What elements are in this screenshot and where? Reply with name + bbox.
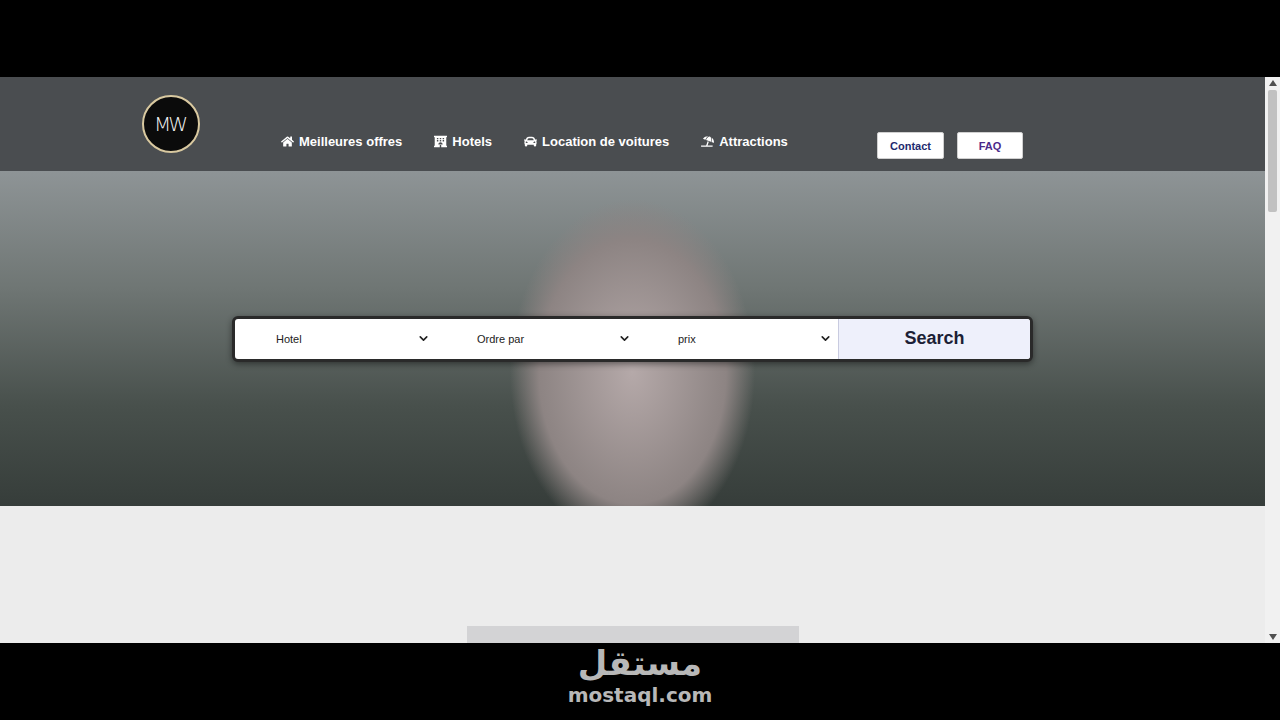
scroll-up-icon[interactable] xyxy=(1269,80,1277,86)
site-logo[interactable]: MW xyxy=(142,95,200,153)
car-icon xyxy=(524,135,537,148)
top-letterbox xyxy=(0,0,1280,77)
browser-viewport: MW Meilleures offres Hotels Location de voi… xyxy=(0,77,1280,643)
scrollbar[interactable] xyxy=(1265,77,1280,643)
web-page: MW Meilleures offres Hotels Location de voi… xyxy=(0,77,1265,643)
watermark: مستقلmostaql.com xyxy=(568,643,713,707)
bottom-letterbox: مستقلmostaql.com xyxy=(0,643,1280,720)
home-icon xyxy=(281,135,294,148)
chevron-down-icon xyxy=(618,332,631,345)
search-select[interactable]: Ordre par xyxy=(436,319,637,359)
scroll-down-icon[interactable] xyxy=(1269,634,1277,640)
main-nav: Meilleures offres Hotels Location de voitu… xyxy=(281,134,788,149)
header-button[interactable]: FAQ xyxy=(957,132,1023,159)
nav-link[interactable]: Hotels xyxy=(434,134,492,149)
nav-link[interactable]: Location de voitures xyxy=(524,134,669,149)
scroll-track xyxy=(1265,88,1280,632)
chevron-down-icon xyxy=(819,332,832,345)
search-select[interactable]: Hotel xyxy=(235,319,436,359)
site-header: MW Meilleures offres Hotels Location de voi… xyxy=(0,77,1265,171)
nav-link[interactable]: Attractions xyxy=(701,134,788,149)
content-area xyxy=(0,506,1265,643)
search-button[interactable]: Search xyxy=(838,319,1030,359)
hotel-icon xyxy=(434,135,447,148)
content-card xyxy=(467,626,799,643)
header-buttons: Contact FAQ xyxy=(877,132,1023,159)
scroll-thumb[interactable] xyxy=(1268,90,1277,212)
beach-umbrella-icon xyxy=(701,135,714,148)
search-bar: HotelOrdre parprixSearch xyxy=(232,316,1033,362)
search-select[interactable]: prix xyxy=(637,319,838,359)
nav-link[interactable]: Meilleures offres xyxy=(281,134,402,149)
chevron-down-icon xyxy=(417,332,430,345)
header-button[interactable]: Contact xyxy=(877,132,944,159)
hero-photo: HotelOrdre parprixSearch xyxy=(0,171,1265,506)
video-frame: MW Meilleures offres Hotels Location de voi… xyxy=(0,0,1280,720)
